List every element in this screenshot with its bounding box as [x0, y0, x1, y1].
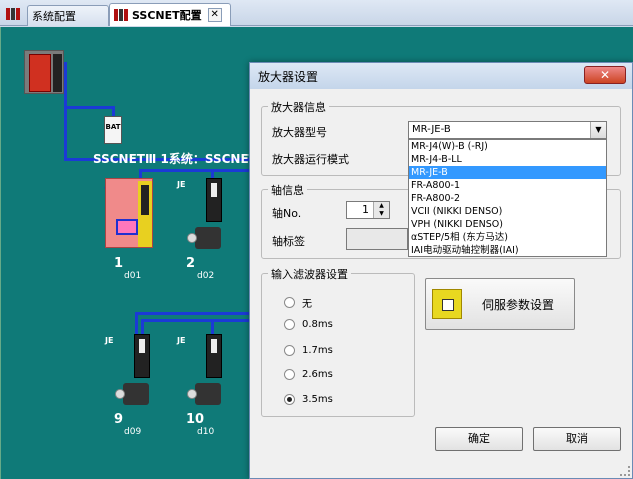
ok-button[interactable]: 确定 [435, 427, 523, 451]
cable-line [135, 312, 254, 315]
spin-down-icon[interactable]: ▼ [373, 210, 389, 218]
cable-line [141, 319, 144, 335]
tab-bar: 系统配置 SSCNET配置 ✕ [0, 0, 633, 26]
filter-option-label: 0.8ms [302, 319, 333, 330]
cable-line [64, 108, 67, 158]
tab-close-button[interactable]: ✕ [207, 8, 222, 22]
tab-system-config[interactable]: 系统配置 [27, 5, 109, 26]
servo-param-icon [432, 289, 462, 319]
servo-param-button[interactable]: 伺服参数设置 [425, 278, 575, 330]
dropdown-option[interactable]: VPH (NIKKI DENSO) [409, 218, 606, 231]
axis-id: d01 [124, 271, 142, 281]
amp-type-label: JE [105, 336, 114, 345]
amp-type-label: JE [177, 180, 186, 189]
axis-no-stepper[interactable]: 1 ▲ ▼ [346, 201, 390, 219]
tab-sscnet-config[interactable]: SSCNET配置 ✕ [109, 3, 231, 26]
amp-model-label: 放大器型号 [272, 126, 327, 139]
filter-option-2-6ms[interactable]: 2.6ms [284, 369, 333, 380]
axis-info-group-title: 轴信息 [268, 182, 307, 198]
servo-motor-icon [187, 227, 221, 249]
tab-sscnet-config-label: SSCNET配置 [132, 9, 202, 22]
amp-type-label: JE [177, 336, 186, 345]
axis-number: 1 [114, 256, 124, 271]
amplifier-2[interactable] [206, 178, 222, 222]
dropdown-option[interactable]: MR-J4(W)-B (-RJ) [409, 140, 606, 153]
axis-no-value: 1 [362, 203, 369, 216]
filter-option-0-8ms[interactable]: 0.8ms [284, 319, 333, 330]
amp-model-dropdown-list: MR-J4(W)-B (-RJ) MR-J4-B-LL MR-JE-B FR-A… [408, 139, 607, 257]
axis-id: d10 [197, 427, 215, 437]
battery-unit[interactable]: BAT [104, 116, 122, 144]
axis-label-label: 轴标签 [272, 235, 305, 248]
axis-number: 2 [186, 256, 196, 271]
resize-grip[interactable] [620, 466, 630, 476]
radio-icon [284, 345, 295, 356]
tab-system-config-label: 系统配置 [32, 10, 76, 23]
cancel-button[interactable]: 取消 [533, 427, 621, 451]
axis-label-input[interactable] [346, 228, 408, 250]
amplifier-10[interactable] [206, 334, 222, 378]
filter-option-label: 2.6ms [302, 369, 333, 380]
cable-line [211, 319, 214, 335]
amp-info-group-title: 放大器信息 [268, 99, 329, 115]
amplifier-9[interactable] [134, 334, 150, 378]
input-filter-group-title: 输入滤波器设置 [268, 266, 351, 282]
dropdown-option[interactable]: FR-A800-2 [409, 192, 606, 205]
amp-model-selected-value: MR-JE-B [412, 124, 451, 135]
cable-line [135, 312, 138, 336]
sscnet-config-icon [114, 9, 128, 21]
dropdown-option[interactable]: IAI电动驱动轴控制器(IAI) [409, 244, 606, 257]
dropdown-option[interactable]: αSTEP/5相 (东方马达) [409, 231, 606, 244]
amplifier-1[interactable] [105, 178, 153, 248]
dropdown-arrow-icon[interactable]: ▼ [590, 122, 606, 138]
filter-option-3-5ms[interactable]: 3.5ms [284, 394, 333, 405]
filter-option-label: 无 [302, 299, 312, 310]
radio-icon [284, 319, 295, 330]
dialog-close-button[interactable]: ✕ [584, 66, 626, 84]
radio-icon [284, 369, 295, 380]
axis-no-label: 轴No. [272, 207, 302, 220]
axis-id: d09 [124, 427, 142, 437]
radio-selected-icon [284, 394, 295, 405]
amp-model-select[interactable]: MR-JE-B ▼ [408, 121, 607, 139]
dropdown-option[interactable]: MR-J4-B-LL [409, 153, 606, 166]
spin-up-icon[interactable]: ▲ [373, 202, 389, 210]
amplifier-settings-dialog: 放大器设置 ✕ 放大器信息 放大器型号 放大器运行模式 轴信息 轴No. 1 ▲… [249, 62, 633, 479]
cable-line [64, 62, 67, 108]
servo-param-button-label: 伺服参数设置 [482, 297, 555, 312]
filter-option-label: 1.7ms [302, 345, 333, 356]
app-logo-icon [6, 8, 20, 20]
filter-option-none[interactable]: 无 [284, 295, 312, 310]
dropdown-option[interactable]: FR-A800-1 [409, 179, 606, 192]
network-label: SSCNETⅢ 1系统：SSCNETⅢ/H [93, 152, 253, 166]
cable-line [64, 106, 114, 109]
dialog-title-bar[interactable]: 放大器设置 [250, 63, 632, 89]
servo-motor-icon [115, 383, 149, 405]
dropdown-option[interactable]: VCII (NIKKI DENSO) [409, 205, 606, 218]
axis-id: d02 [197, 271, 215, 281]
cable-line [141, 319, 254, 322]
filter-option-1-7ms[interactable]: 1.7ms [284, 345, 333, 356]
radio-icon [284, 297, 295, 308]
filter-option-label: 3.5ms [302, 394, 333, 405]
axis-number: 9 [114, 412, 124, 427]
cable-line [139, 169, 254, 172]
amp-mode-label: 放大器运行模式 [272, 153, 349, 166]
dialog-title: 放大器设置 [258, 69, 319, 84]
axis-number: 10 [186, 412, 205, 427]
dropdown-option-selected[interactable]: MR-JE-B [409, 166, 606, 179]
cpu-module[interactable] [24, 50, 64, 94]
servo-motor-icon [187, 383, 221, 405]
